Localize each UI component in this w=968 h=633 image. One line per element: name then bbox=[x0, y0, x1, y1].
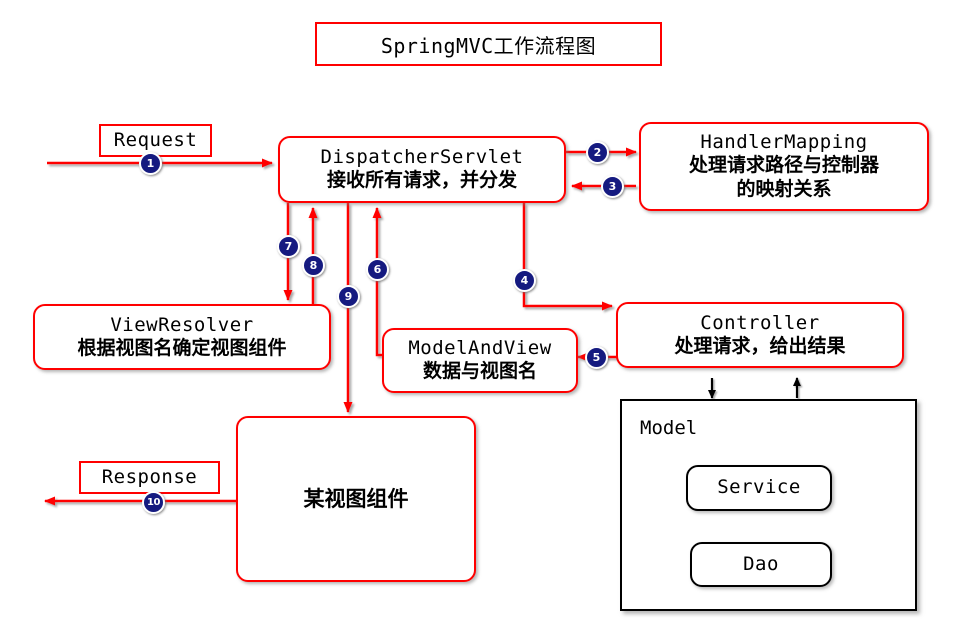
response-label: Response bbox=[101, 465, 198, 488]
handler-mapping-box: HandlerMapping 处理请求路径与控制器 的映射关系 bbox=[639, 122, 929, 211]
dispatcher-servlet-title: DispatcherServlet bbox=[320, 146, 524, 169]
step-badge-10-label: 10 bbox=[147, 497, 160, 508]
model-and-view-title: ModelAndView bbox=[408, 337, 552, 360]
request-label: Request bbox=[113, 128, 198, 151]
controller-subtitle: 处理请求，给出结果 bbox=[674, 334, 846, 357]
model-and-view-subtitle: 数据与视图名 bbox=[422, 360, 537, 383]
step-badge-5: 5 bbox=[585, 346, 608, 369]
controller-title: Controller bbox=[700, 311, 820, 334]
handler-mapping-title: HandlerMapping bbox=[700, 131, 868, 154]
step-badge-2-label: 2 bbox=[593, 146, 602, 159]
controller-box: Controller 处理请求，给出结果 bbox=[616, 302, 904, 368]
step-badge-4: 4 bbox=[513, 269, 536, 292]
dao-label: Dao bbox=[743, 552, 779, 575]
step-badge-8: 8 bbox=[302, 254, 325, 277]
page-title: SpringMVC工作流程图 bbox=[380, 33, 597, 58]
step-badge-4-label: 4 bbox=[520, 274, 529, 287]
view-resolver-title: ViewResolver bbox=[110, 313, 254, 336]
step-badge-9-label: 9 bbox=[344, 290, 353, 303]
step-badge-2: 2 bbox=[586, 141, 609, 164]
diagram-title-box: SpringMVC工作流程图 bbox=[315, 22, 662, 66]
arrow-4-dispatcher-to-controller bbox=[522, 203, 613, 311]
step-badge-1: 1 bbox=[139, 152, 162, 175]
handler-mapping-subtitle-2: 的映射关系 bbox=[736, 178, 832, 201]
model-label: Model bbox=[640, 417, 698, 439]
dispatcher-servlet-box: DispatcherServlet 接收所有请求，并分发 bbox=[278, 136, 566, 203]
service-label: Service bbox=[717, 476, 801, 499]
step-badge-7-label: 7 bbox=[284, 240, 293, 253]
diagram-canvas: SpringMVC工作流程图 Request DispatcherServlet… bbox=[0, 0, 968, 633]
handler-mapping-subtitle-1: 处理请求路径与控制器 bbox=[688, 154, 879, 177]
view-resolver-box: ViewResolver 根据视图名确定视图组件 bbox=[33, 304, 331, 370]
response-box: Response bbox=[79, 461, 220, 494]
view-component-box: 某视图组件 bbox=[236, 416, 476, 582]
service-box: Service bbox=[686, 465, 832, 511]
step-badge-8-label: 8 bbox=[309, 259, 318, 272]
dao-box: Dao bbox=[690, 542, 832, 587]
step-badge-9: 9 bbox=[337, 285, 360, 308]
step-badge-7: 7 bbox=[277, 235, 300, 258]
view-component-label: 某视图组件 bbox=[303, 486, 409, 511]
dispatcher-servlet-subtitle: 接收所有请求，并分发 bbox=[326, 169, 517, 192]
step-badge-10: 10 bbox=[142, 491, 165, 514]
step-badge-3: 3 bbox=[601, 175, 624, 198]
step-badge-5-label: 5 bbox=[592, 351, 601, 364]
step-badge-1-label: 1 bbox=[146, 157, 155, 170]
model-and-view-box: ModelAndView 数据与视图名 bbox=[382, 328, 578, 393]
step-badge-6-label: 6 bbox=[373, 263, 382, 276]
request-box: Request bbox=[99, 124, 212, 157]
view-resolver-subtitle: 根据视图名确定视图组件 bbox=[77, 336, 287, 359]
step-badge-3-label: 3 bbox=[608, 180, 617, 193]
step-badge-6: 6 bbox=[366, 258, 389, 281]
arrow-6-modelandview-to-dispatcher bbox=[372, 207, 383, 357]
